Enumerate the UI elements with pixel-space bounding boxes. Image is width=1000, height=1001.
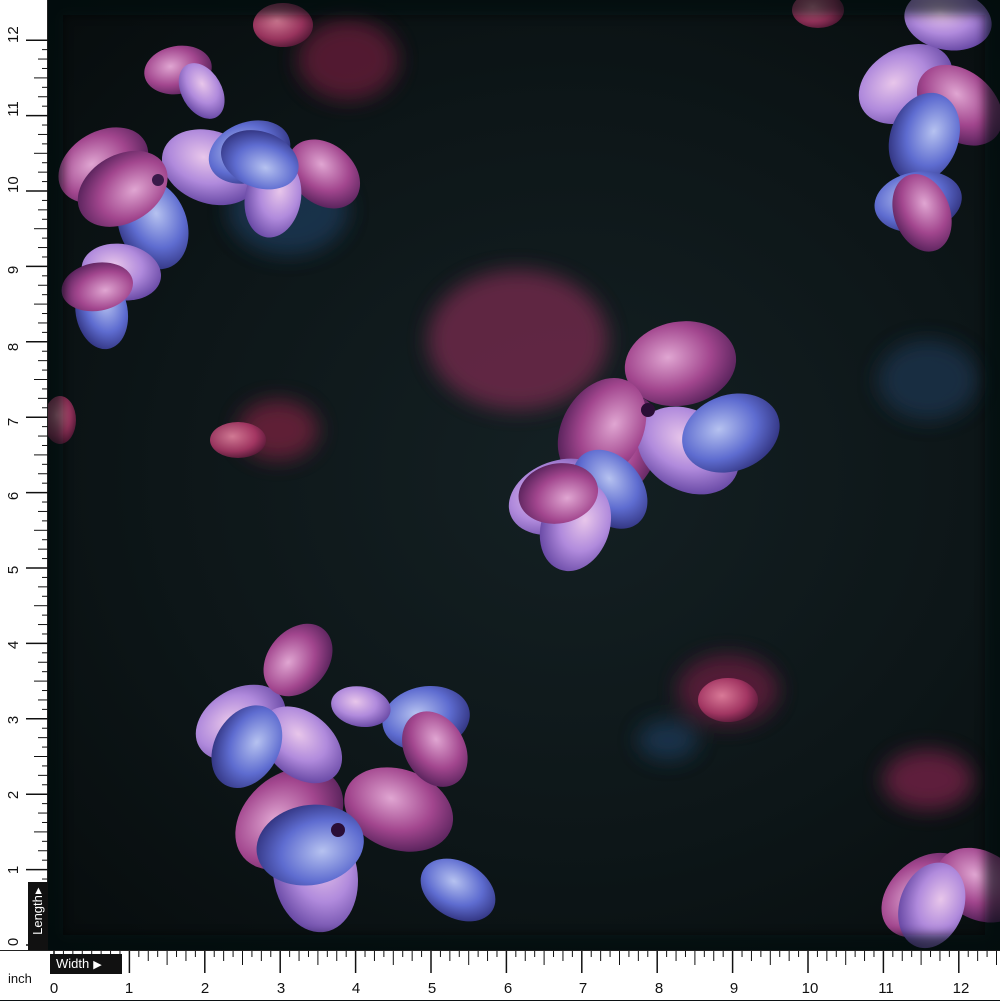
flower-cluster-bottom-right (881, 847, 1000, 949)
width-mark-6: 6 (503, 980, 513, 997)
width-mark-3: 3 (276, 980, 286, 997)
length-tag: ▲ Length (28, 882, 48, 950)
arrow-right-icon: ▶ (93, 959, 102, 971)
length-mark-5: 5 (5, 565, 22, 575)
width-ruler: inch Width ▶ 0 1 2 3 4 5 6 7 8 9 10 11 12 (0, 950, 1000, 1000)
width-mark-11: 11 (878, 980, 894, 997)
width-mark-5: 5 (427, 980, 437, 997)
width-mark-0: 0 (49, 980, 59, 997)
length-mark-0: 0 (5, 937, 22, 947)
width-mark-9: 9 (729, 980, 739, 997)
width-mark-7: 7 (578, 980, 588, 997)
length-mark-2: 2 (5, 790, 22, 800)
fabric-swatch (48, 0, 1000, 950)
length-mark-7: 7 (5, 417, 22, 427)
width-mark-12: 12 (952, 980, 970, 997)
hydrangea-artwork (48, 0, 1000, 950)
width-label: Width (56, 956, 90, 971)
width-tag: Width ▶ (50, 954, 122, 974)
length-mark-4: 4 (5, 640, 22, 650)
length-mark-12: 12 (5, 26, 22, 43)
length-label: Length (30, 895, 45, 935)
flower-cluster-top-right (858, 0, 1000, 252)
length-mark-8: 8 (5, 342, 22, 352)
length-mark-9: 9 (5, 265, 22, 275)
width-mark-2: 2 (200, 980, 210, 997)
length-ruler: 12 11 10 9 8 7 6 5 4 3 2 1 0 ▲ Length (0, 0, 48, 1000)
width-mark-8: 8 (654, 980, 664, 997)
length-mark-6: 6 (5, 491, 22, 501)
width-mark-10: 10 (801, 980, 819, 997)
length-mark-1: 1 (5, 865, 22, 875)
length-mark-11: 11 (5, 101, 22, 117)
length-mark-3: 3 (5, 715, 22, 725)
unit-label: inch (8, 971, 32, 986)
width-mark-1: 1 (124, 980, 134, 997)
length-mark-10: 10 (5, 176, 22, 193)
width-mark-4: 4 (351, 980, 361, 997)
flower-cluster-bottom-left (195, 623, 496, 933)
